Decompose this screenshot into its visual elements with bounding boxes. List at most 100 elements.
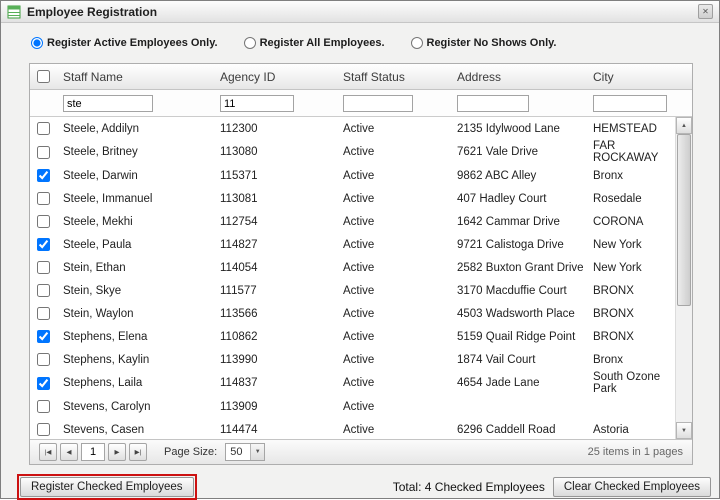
cell-staff-status: Active bbox=[336, 424, 450, 436]
filter-agency-id-input[interactable] bbox=[220, 95, 294, 112]
cell-staff-name: Stephens, Laila bbox=[56, 377, 213, 389]
table-row: Stephens, Laila 114837 Active 4654 Jade … bbox=[30, 371, 675, 395]
app-icon bbox=[7, 5, 21, 19]
close-icon[interactable]: ✕ bbox=[698, 4, 713, 19]
row-checkbox[interactable] bbox=[37, 284, 50, 297]
radio-label: Register Active Employees Only. bbox=[47, 37, 218, 49]
grid-pager: |◀ ◀ ▶ ▶| Page Size: 50 ▼ 25 items in 1 … bbox=[30, 439, 692, 464]
cell-city: Rosedale bbox=[586, 193, 675, 205]
cell-staff-status: Active bbox=[336, 262, 450, 274]
cell-address: 9721 Calistoga Drive bbox=[450, 239, 586, 251]
row-checkbox[interactable] bbox=[37, 169, 50, 182]
row-checkbox[interactable] bbox=[37, 192, 50, 205]
cell-address: 5159 Quail Ridge Point bbox=[450, 331, 586, 343]
radio-register-noshows-input[interactable] bbox=[411, 37, 423, 49]
cell-agency-id: 115371 bbox=[213, 170, 336, 182]
table-row: Stein, Ethan 114054 Active 2582 Buxton G… bbox=[30, 256, 675, 279]
pager-first-icon[interactable]: |◀ bbox=[39, 443, 57, 461]
cell-address: 2135 Idylwood Lane bbox=[450, 123, 586, 135]
cell-staff-name: Stein, Waylon bbox=[56, 308, 213, 320]
cell-staff-status: Active bbox=[336, 170, 450, 182]
page-size-dropdown[interactable]: 50 ▼ bbox=[225, 443, 265, 461]
scrollbar-down-icon[interactable]: ▼ bbox=[676, 422, 692, 439]
cell-address: 7621 Vale Drive bbox=[450, 146, 586, 158]
vertical-scrollbar[interactable]: ▲ ▼ bbox=[675, 117, 692, 439]
radio-register-active[interactable]: Register Active Employees Only. bbox=[31, 37, 218, 49]
cell-agency-id: 110862 bbox=[213, 331, 336, 343]
cell-staff-name: Stephens, Kaylin bbox=[56, 354, 213, 366]
filter-staff-name-input[interactable] bbox=[63, 95, 153, 112]
column-header-agency-id[interactable]: Agency ID bbox=[213, 70, 336, 84]
row-checkbox[interactable] bbox=[37, 146, 50, 159]
cell-staff-name: Steele, Paula bbox=[56, 239, 213, 251]
cell-agency-id: 112300 bbox=[213, 123, 336, 135]
row-checkbox[interactable] bbox=[37, 400, 50, 413]
cell-staff-status: Active bbox=[336, 331, 450, 343]
cell-staff-name: Stevens, Carolyn bbox=[56, 401, 213, 413]
column-header-staff-name[interactable]: Staff Name bbox=[56, 70, 213, 84]
row-checkbox[interactable] bbox=[37, 307, 50, 320]
register-mode-options: Register Active Employees Only. Register… bbox=[1, 23, 719, 63]
radio-register-active-input[interactable] bbox=[31, 37, 43, 49]
pager-summary: 25 items in 1 pages bbox=[588, 446, 683, 458]
column-header-city[interactable]: City bbox=[586, 70, 692, 84]
cell-address: 4503 Wadsworth Place bbox=[450, 308, 586, 320]
clear-checked-employees-button[interactable]: Clear Checked Employees bbox=[553, 477, 711, 497]
cell-agency-id: 114837 bbox=[213, 377, 336, 389]
radio-register-all-input[interactable] bbox=[244, 37, 256, 49]
cell-staff-name: Steele, Immanuel bbox=[56, 193, 213, 205]
row-checkbox[interactable] bbox=[37, 330, 50, 343]
cell-city: Bronx bbox=[586, 354, 675, 366]
cell-city: BRONX bbox=[586, 285, 675, 297]
radio-label: Register All Employees. bbox=[260, 37, 385, 49]
cell-staff-status: Active bbox=[336, 239, 450, 251]
table-row: Stein, Skye 111577 Active 3170 Macduffie… bbox=[30, 279, 675, 302]
scrollbar-thumb[interactable] bbox=[677, 134, 691, 306]
pager-page-input[interactable] bbox=[81, 443, 105, 461]
register-checked-employees-button[interactable]: Register Checked Employees bbox=[20, 477, 194, 497]
table-row: Steele, Britney 113080 Active 7621 Vale … bbox=[30, 140, 675, 164]
cell-agency-id: 114054 bbox=[213, 262, 336, 274]
table-row: Steele, Mekhi 112754 Active 1642 Cammar … bbox=[30, 210, 675, 233]
row-checkbox[interactable] bbox=[37, 423, 50, 436]
row-checkbox[interactable] bbox=[37, 377, 50, 390]
row-checkbox[interactable] bbox=[37, 238, 50, 251]
grid-filter-row bbox=[30, 90, 692, 117]
filter-address-input[interactable] bbox=[457, 95, 529, 112]
radio-register-all[interactable]: Register All Employees. bbox=[244, 37, 385, 49]
cell-staff-name: Stephens, Elena bbox=[56, 331, 213, 343]
cell-staff-name: Stevens, Casen bbox=[56, 424, 213, 436]
filter-city-input[interactable] bbox=[593, 95, 667, 112]
cell-city: South Ozone Park bbox=[586, 371, 675, 395]
cell-staff-status: Active bbox=[336, 285, 450, 297]
radio-label: Register No Shows Only. bbox=[427, 37, 557, 49]
filter-staff-status-input[interactable] bbox=[343, 95, 413, 112]
column-header-staff-status[interactable]: Staff Status bbox=[336, 70, 450, 84]
row-checkbox[interactable] bbox=[37, 261, 50, 274]
cell-agency-id: 114474 bbox=[213, 424, 336, 436]
employee-registration-window: Employee Registration ✕ Register Active … bbox=[0, 0, 720, 499]
cell-staff-status: Active bbox=[336, 308, 450, 320]
chevron-down-icon[interactable]: ▼ bbox=[250, 444, 264, 460]
select-all-checkbox[interactable] bbox=[37, 70, 50, 83]
row-checkbox[interactable] bbox=[37, 353, 50, 366]
cell-city: New York bbox=[586, 239, 675, 251]
grid-header-row: Staff Name Agency ID Staff Status Addres… bbox=[30, 64, 692, 90]
cell-city: HEMSTEAD bbox=[586, 123, 675, 135]
cell-agency-id: 113909 bbox=[213, 401, 336, 413]
pager-last-icon[interactable]: ▶| bbox=[129, 443, 147, 461]
cell-staff-status: Active bbox=[336, 123, 450, 135]
radio-register-noshows[interactable]: Register No Shows Only. bbox=[411, 37, 557, 49]
pager-prev-icon[interactable]: ◀ bbox=[60, 443, 78, 461]
cell-address: 4654 Jade Lane bbox=[450, 377, 586, 389]
cell-agency-id: 112754 bbox=[213, 216, 336, 228]
cell-staff-name: Steele, Addilyn bbox=[56, 123, 213, 135]
row-checkbox[interactable] bbox=[37, 122, 50, 135]
row-checkbox[interactable] bbox=[37, 215, 50, 228]
cell-agency-id: 114827 bbox=[213, 239, 336, 251]
cell-address: 9862 ABC Alley bbox=[450, 170, 586, 182]
scrollbar-up-icon[interactable]: ▲ bbox=[676, 117, 692, 134]
cell-address: 2582 Buxton Grant Drive bbox=[450, 262, 586, 274]
pager-next-icon[interactable]: ▶ bbox=[108, 443, 126, 461]
column-header-address[interactable]: Address bbox=[450, 70, 586, 84]
